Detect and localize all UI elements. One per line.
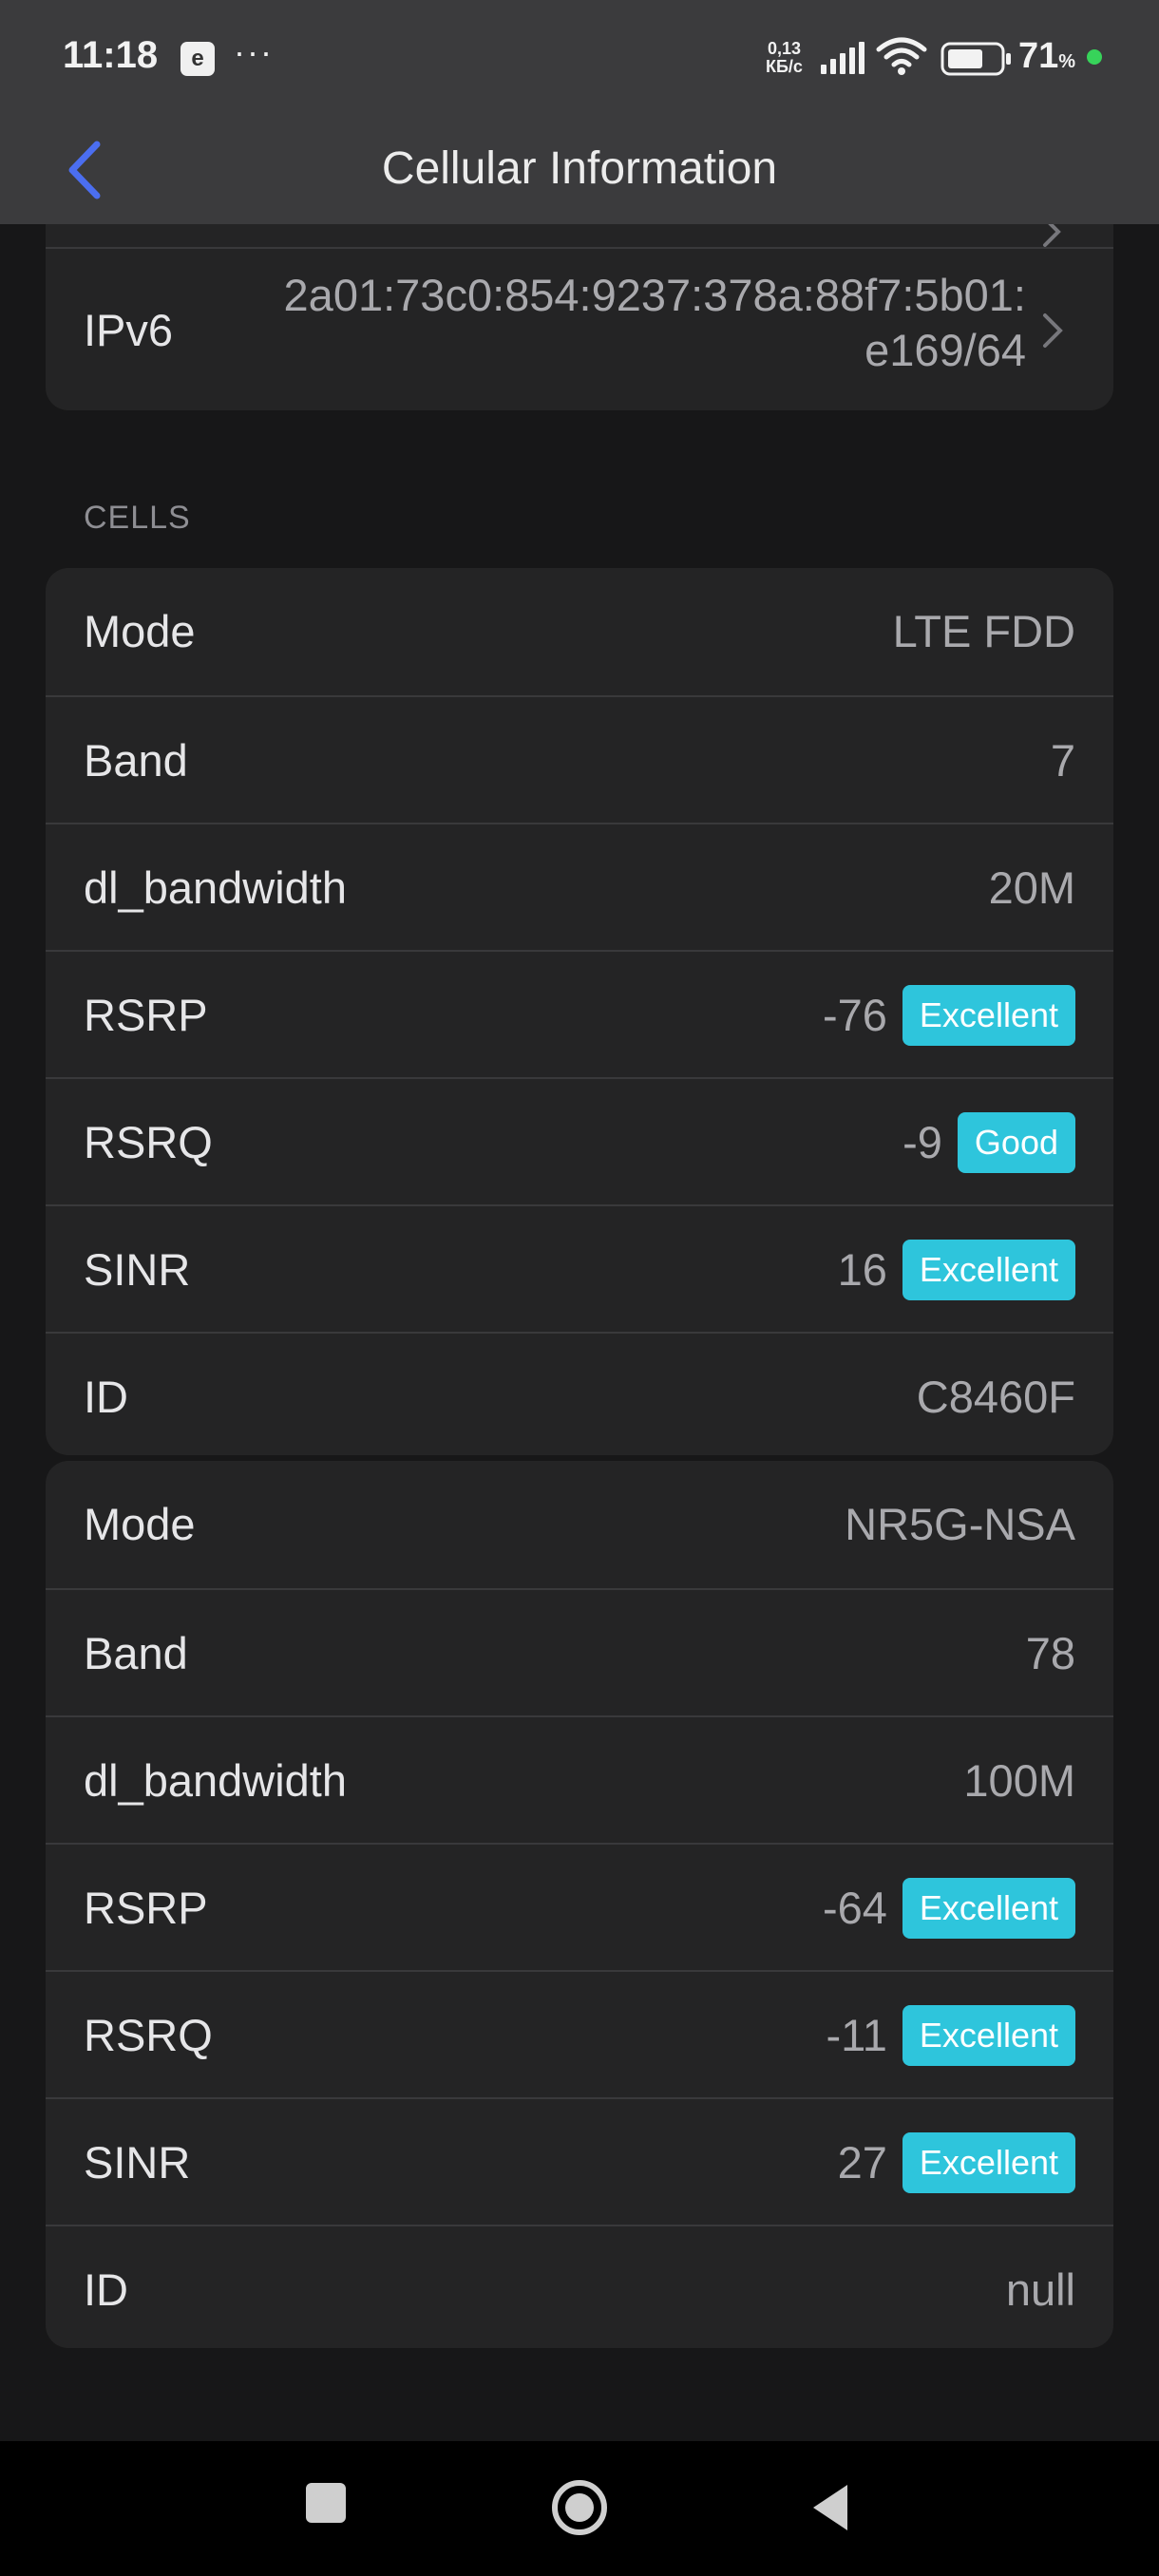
row-value: 78	[1026, 1590, 1075, 1717]
status-time: 11:18	[63, 34, 159, 76]
row-value-text: 100M	[963, 1755, 1075, 1806]
status-bar: 11:18 e ··· 0,13 КБ/с 71%	[0, 0, 1159, 114]
row-label: RSRP	[84, 1883, 208, 1933]
cell-row-dl-bandwidth: dl_bandwidth 20M	[46, 823, 1113, 950]
row-label: dl_bandwidth	[84, 862, 347, 913]
row-label: dl_bandwidth	[84, 1755, 347, 1806]
row-label: Mode	[84, 606, 196, 656]
row-value-text: C8460F	[916, 1372, 1075, 1422]
row-label: RSRQ	[84, 2010, 213, 2060]
content-scroll[interactable]: IPv6 2a01:73c0:854:9237:378a:88f7:5b01: …	[0, 224, 1159, 2441]
more-notifications-icon: ···	[234, 32, 274, 71]
row-value-text: 78	[1025, 1628, 1075, 1678]
cell-row-rsrp: RSRP -76 Excellent	[46, 950, 1113, 1077]
row-value-text: NR5G-NSA	[845, 1499, 1075, 1549]
notification-e-icon: e	[180, 42, 215, 76]
home-button[interactable]	[549, 2477, 610, 2538]
row-value-text: -76	[822, 990, 887, 1040]
row-value: 20M	[989, 824, 1075, 952]
ipv6-value-line1: 2a01:73c0:854:9237:378a:88f7:5b01:	[283, 270, 1026, 320]
row-value-text: -11	[826, 2010, 887, 2060]
row-label: ID	[84, 1372, 128, 1422]
row-label: SINR	[84, 2137, 191, 2188]
row-value: -11 Excellent	[826, 1972, 1075, 2099]
row-value: -9 Good	[902, 1079, 1075, 1206]
battery-percent-sign: %	[1058, 51, 1076, 72]
network-speed-value: 0,13	[767, 39, 801, 58]
ipv6-value-line2: e169/64	[864, 325, 1026, 375]
network-speed: 0,13 КБ/с	[766, 40, 803, 76]
quality-badge: Excellent	[902, 2005, 1075, 2066]
ipv6-label: IPv6	[84, 305, 174, 355]
quality-badge: Excellent	[902, 985, 1075, 1046]
row-value-text: LTE FDD	[892, 606, 1075, 656]
network-speed-unit: КБ/с	[766, 57, 803, 76]
row-label: RSRP	[84, 990, 208, 1040]
row-value: 27 Excellent	[838, 2099, 1075, 2226]
row-value: 100M	[963, 1717, 1075, 1845]
row-value-text: -64	[822, 1883, 887, 1933]
chevron-right-icon	[1043, 313, 1063, 348]
cell-row-rsrq: RSRQ -9 Good	[46, 1077, 1113, 1204]
row-label: Band	[84, 735, 188, 786]
network-card: IPv6 2a01:73c0:854:9237:378a:88f7:5b01: …	[46, 224, 1113, 410]
cell-row-sinr: SINR 27 Excellent	[46, 2097, 1113, 2225]
row-value: C8460F	[917, 1334, 1075, 1455]
row-value: null	[1006, 2226, 1075, 2348]
chevron-right-icon	[1043, 224, 1061, 247]
row-value: NR5G-NSA	[845, 1461, 1075, 1588]
recents-button[interactable]	[306, 2483, 346, 2523]
ipv6-value: 2a01:73c0:854:9237:378a:88f7:5b01: e169/…	[284, 268, 1026, 378]
row-value-text: -9	[902, 1117, 942, 1167]
cell-row-sinr: SINR 16 Excellent	[46, 1204, 1113, 1332]
row-value: 16 Excellent	[838, 1206, 1075, 1334]
quality-badge: Good	[957, 1112, 1075, 1173]
wifi-icon	[876, 37, 927, 75]
cells-section-heading: CELLS	[84, 500, 191, 536]
quality-badge: Excellent	[902, 1240, 1075, 1300]
row-value-text: 20M	[988, 862, 1075, 913]
cell-row-mode: Mode LTE FDD	[46, 568, 1113, 695]
cell-card-lte: Mode LTE FDD Band 7 dl_bandwidth 20M RSR…	[46, 568, 1113, 1455]
row-label: Band	[84, 1628, 188, 1678]
row-value-text: 16	[837, 1244, 887, 1295]
cell-row-id: ID null	[46, 2225, 1113, 2348]
row-label: SINR	[84, 1244, 191, 1295]
cell-row-rsrp: RSRP -64 Excellent	[46, 1843, 1113, 1970]
row-value-text: 27	[837, 2137, 887, 2188]
battery-percent-value: 71	[1018, 36, 1059, 76]
row-value: -76 Excellent	[823, 952, 1075, 1079]
cell-row-dl-bandwidth: dl_bandwidth 100M	[46, 1715, 1113, 1843]
row-value-text: 7	[1050, 735, 1075, 786]
cell-row-band: Band 78	[46, 1588, 1113, 1715]
row-label: Mode	[84, 1499, 196, 1549]
battery-icon	[940, 42, 1011, 76]
ipv6-row[interactable]: IPv6 2a01:73c0:854:9237:378a:88f7:5b01: …	[46, 247, 1113, 410]
signal-icon	[821, 42, 864, 74]
cell-card-nr5g: Mode NR5G-NSA Band 78 dl_bandwidth 100M …	[46, 1461, 1113, 2348]
app-header: Cellular Information	[0, 114, 1159, 224]
privacy-indicator-icon	[1087, 49, 1102, 65]
cell-row-rsrq: RSRQ -11 Excellent	[46, 1970, 1113, 2097]
cell-row-mode: Mode NR5G-NSA	[46, 1461, 1113, 1588]
quality-badge: Excellent	[902, 1878, 1075, 1939]
row-label: ID	[84, 2264, 128, 2315]
row-label: RSRQ	[84, 1117, 213, 1167]
system-back-button[interactable]	[809, 2481, 851, 2534]
row-value: -64 Excellent	[823, 1845, 1075, 1972]
cell-row-band: Band 7	[46, 695, 1113, 823]
system-nav-bar	[0, 2441, 1159, 2576]
battery-percent: 71%	[1018, 36, 1075, 77]
cell-row-id: ID C8460F	[46, 1332, 1113, 1455]
row-value: 7	[1051, 697, 1075, 824]
quality-badge: Excellent	[902, 2132, 1075, 2193]
row-value: LTE FDD	[893, 568, 1075, 695]
page-title: Cellular Information	[381, 143, 778, 194]
row-value-text: null	[1005, 2264, 1075, 2315]
